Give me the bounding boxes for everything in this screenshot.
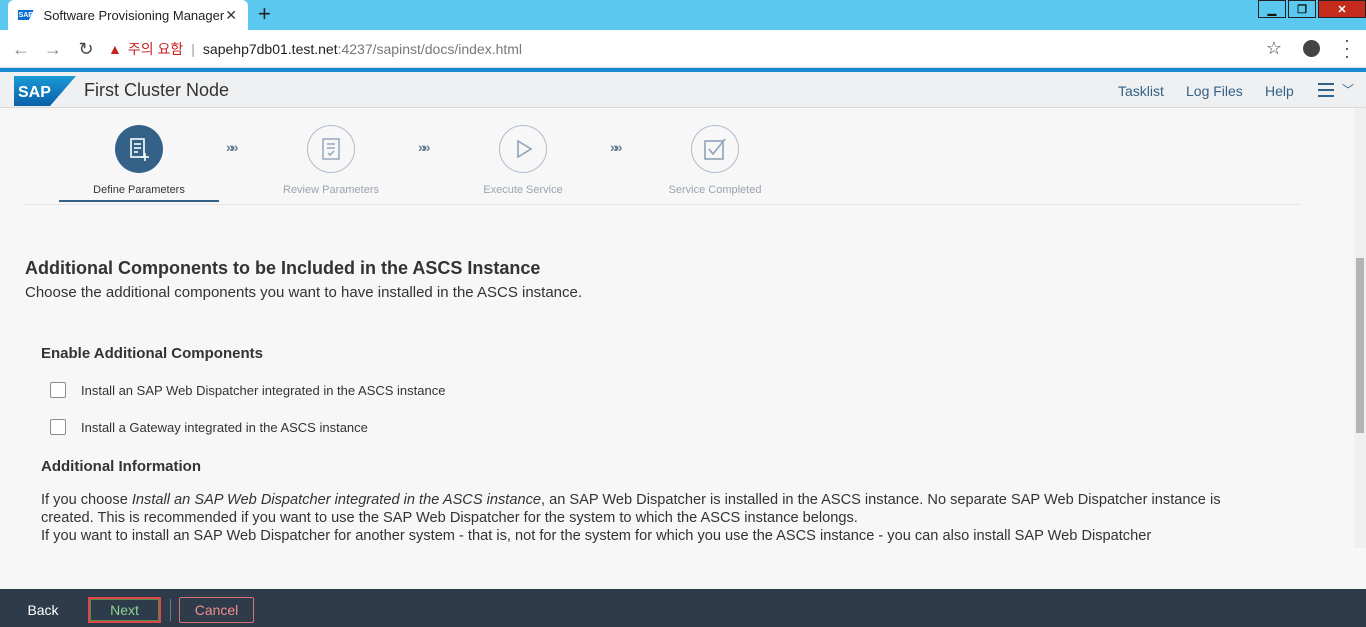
section-subtitle: Choose the additional components you wan… <box>25 284 583 301</box>
window-close-icon[interactable]: ✕ <box>1318 0 1366 18</box>
back-button[interactable]: Back <box>18 597 68 623</box>
account-icon[interactable] <box>1303 40 1320 57</box>
security-warning[interactable]: 주의 요함 <box>128 39 183 59</box>
checkbox-checked-icon <box>691 125 739 173</box>
wizard-progress: Define Parameters »» Review Parameters »… <box>24 108 1300 205</box>
info-title: Additional Information <box>41 458 201 475</box>
minimize-icon[interactable]: ▁ <box>1258 0 1286 18</box>
restore-icon[interactable]: ❐ <box>1288 0 1316 18</box>
step-label: Review Parameters <box>283 184 379 196</box>
info-line-2: If you want to install an SAP Web Dispat… <box>41 528 1152 544</box>
browser-menu-icon[interactable]: · · · <box>1342 31 1352 65</box>
info-prefix: If you choose <box>41 492 132 508</box>
log-files-link[interactable]: Log Files <box>1186 83 1243 99</box>
tab-title: Software Provisioning Manager <box>43 7 225 23</box>
step-separator-icon: »» <box>610 139 622 155</box>
next-button[interactable]: Next <box>88 597 161 623</box>
step-label: Define Parameters <box>93 184 185 196</box>
additional-information-text: If you choose Install an SAP Web Dispatc… <box>41 491 1271 545</box>
help-link[interactable]: Help <box>1265 83 1294 99</box>
new-tab-button[interactable]: + <box>258 3 271 25</box>
url-path: :4237/sapinst/docs/index.html <box>337 41 523 57</box>
section-title: Additional Components to be Included in … <box>25 258 541 278</box>
back-arrow-icon[interactable]: ← <box>10 38 32 60</box>
web-dispatcher-checkbox[interactable] <box>50 382 66 398</box>
tab-close-icon[interactable]: ✕ <box>224 7 238 24</box>
step-execute-service[interactable]: Execute Service <box>443 125 603 196</box>
window-controls: ▁ ❐ ✕ <box>1256 0 1366 18</box>
hamburger-menu-icon[interactable] <box>1318 83 1334 101</box>
sap-favicon-icon: SAP <box>18 10 34 20</box>
browser-tab-bar: SAP Software Provisioning Manager ✕ + ▁ … <box>0 0 1366 30</box>
scrollbar-thumb[interactable] <box>1356 258 1364 433</box>
browser-tab[interactable]: SAP Software Provisioning Manager ✕ <box>8 0 248 30</box>
step-define-parameters[interactable]: Define Parameters <box>59 125 219 196</box>
step-service-completed[interactable]: Service Completed <box>635 125 795 196</box>
step-separator-icon: »» <box>226 139 238 155</box>
step-label: Execute Service <box>483 184 563 196</box>
sap-logo-text: SAP <box>18 84 51 101</box>
step-review-parameters[interactable]: Review Parameters <box>251 125 411 196</box>
page-title: First Cluster Node <box>84 80 230 100</box>
active-step-indicator <box>59 200 219 202</box>
gateway-checkbox[interactable] <box>50 419 66 435</box>
info-emphasis: Install an SAP Web Dispatcher integrated… <box>131 492 541 508</box>
group-title: Enable Additional Components <box>41 345 263 362</box>
step-label: Service Completed <box>668 184 762 196</box>
content-scrollbar[interactable] <box>1354 108 1366 548</box>
url-host: sapehp7db01.test.net <box>202 41 338 57</box>
sap-logo: SAP <box>14 76 76 106</box>
footer-divider <box>170 599 171 621</box>
checkbox-label[interactable]: Install a Gateway integrated in the ASCS… <box>81 420 368 435</box>
play-icon <box>499 125 547 173</box>
forward-arrow-icon[interactable]: → <box>42 38 64 60</box>
chevron-down-icon[interactable]: ﹀ <box>1342 81 1354 98</box>
step-separator-icon: »» <box>418 139 430 155</box>
browser-toolbar: ← → ↻ ▲ 주의 요함 | sapehp7db01.test.net :42… <box>0 30 1366 68</box>
option-gateway[interactable]: Install a Gateway integrated in the ASCS… <box>50 419 368 435</box>
cancel-button[interactable]: Cancel <box>179 597 254 623</box>
checkbox-label[interactable]: Install an SAP Web Dispatcher integrated… <box>81 383 445 398</box>
document-check-icon <box>307 125 355 173</box>
footer-toolbar: Back Next Cancel <box>0 589 1366 627</box>
reload-icon[interactable]: ↻ <box>75 38 97 60</box>
warning-icon: ▲ <box>108 41 122 57</box>
bookmark-star-icon[interactable]: ☆ <box>1266 38 1282 59</box>
document-plus-icon <box>115 125 163 173</box>
address-separator: | <box>191 41 195 57</box>
sap-shell-bar: SAP First Cluster Node Tasklist Log File… <box>0 72 1366 108</box>
option-web-dispatcher[interactable]: Install an SAP Web Dispatcher integrated… <box>50 382 445 398</box>
address-bar[interactable]: ▲ 주의 요함 | sapehp7db01.test.net :4237/sap… <box>108 34 1290 64</box>
tasklist-link[interactable]: Tasklist <box>1118 83 1164 99</box>
